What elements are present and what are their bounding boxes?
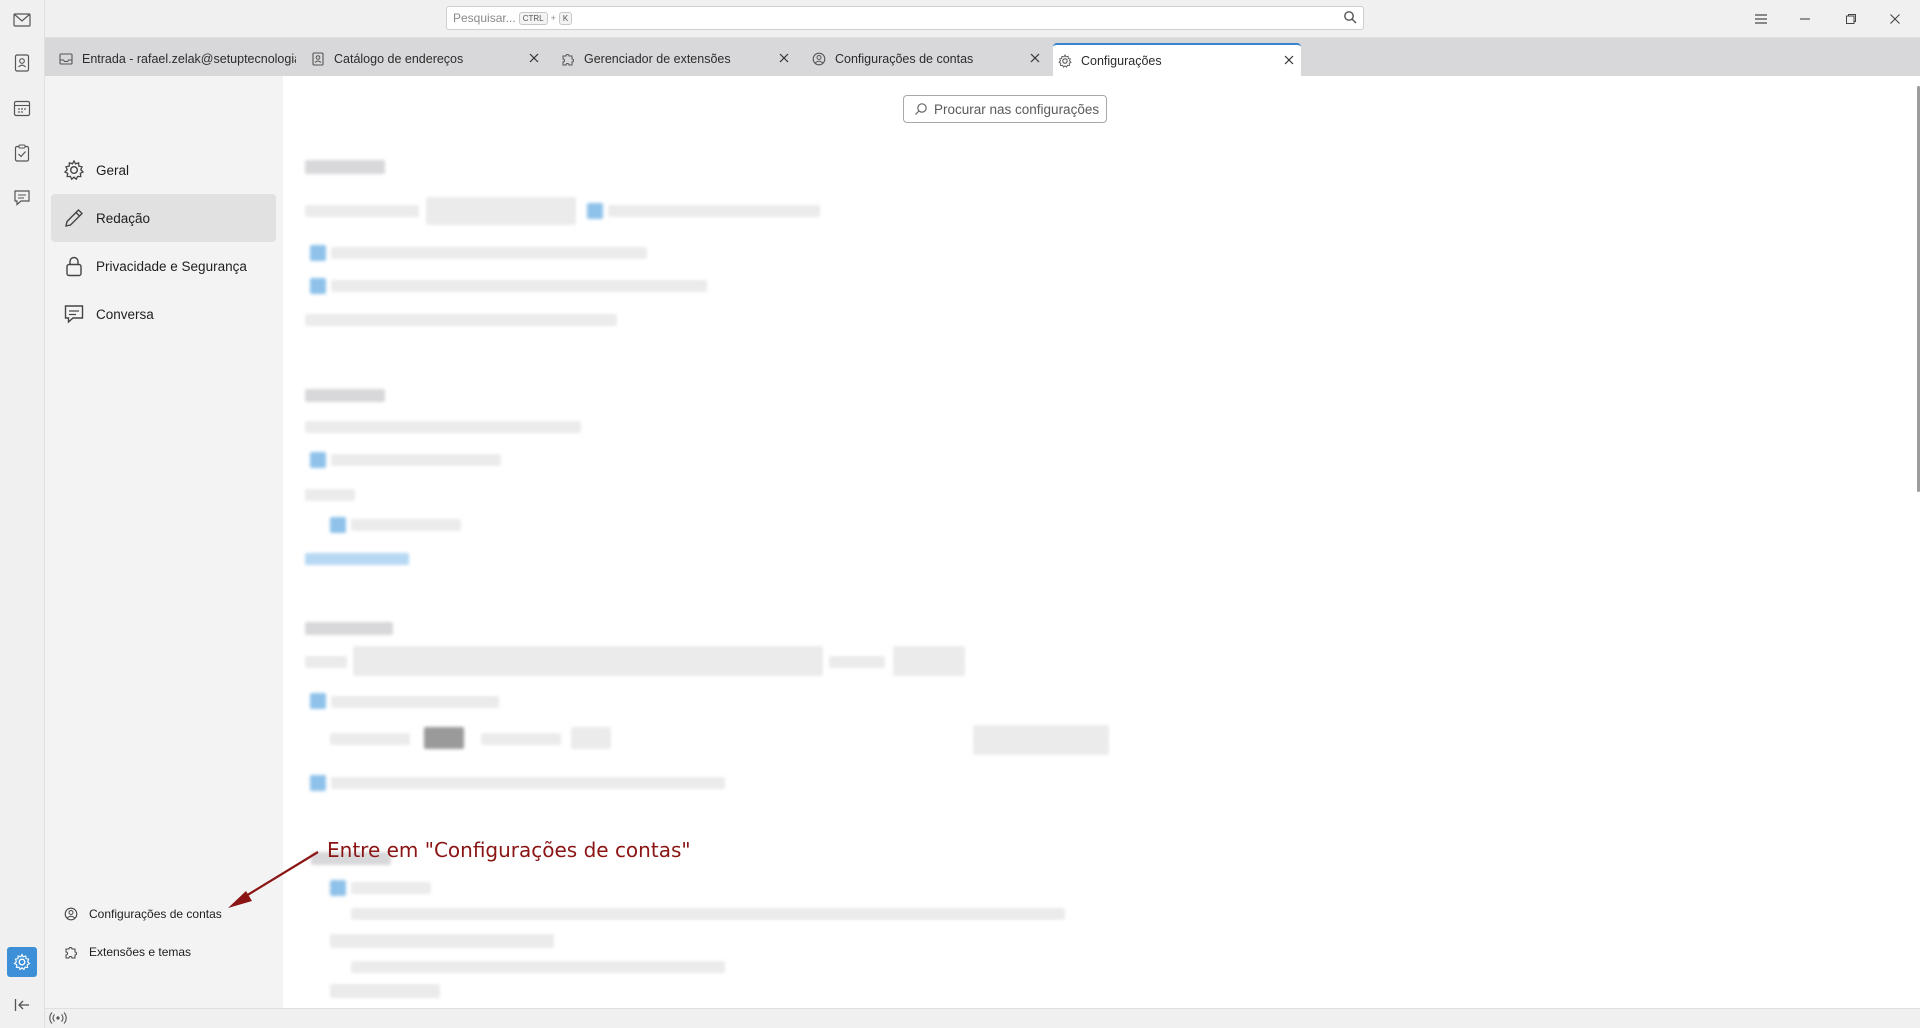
status-bar — [45, 1008, 1920, 1028]
online-status-icon[interactable] — [49, 1011, 67, 1028]
annotation-arrow — [228, 851, 319, 908]
annotation-text: Entre em "Configurações de contas" — [327, 838, 691, 862]
